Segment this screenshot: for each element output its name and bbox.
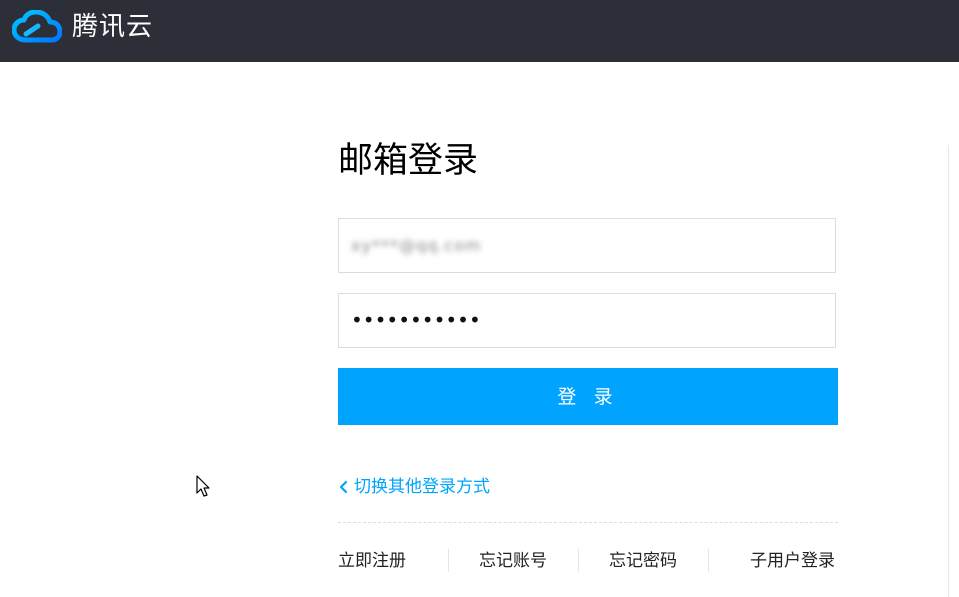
link-separator <box>448 549 449 572</box>
forgot-account-link[interactable]: 忘记账号 <box>479 548 547 574</box>
dashed-divider <box>338 522 838 523</box>
switch-login-method-link[interactable]: 切换其他登录方式 <box>338 474 490 500</box>
password-field[interactable]: ••••••••••• <box>338 293 836 348</box>
email-field[interactable]: xy***@qq.com <box>338 218 836 273</box>
top-navbar: 腾讯云 <box>0 0 959 62</box>
register-link[interactable]: 立即注册 <box>338 548 406 574</box>
page-title: 邮箱登录 <box>338 141 479 181</box>
cloud-logo-icon <box>12 10 62 43</box>
password-value: ••••••••••• <box>351 308 481 332</box>
footer-links: 立即注册 忘记账号 忘记密码 子用户登录 <box>338 548 838 574</box>
switch-login-method-label: 切换其他登录方式 <box>354 477 490 497</box>
chevron-left-icon <box>339 480 348 494</box>
brand-logo[interactable]: 腾讯云 <box>12 8 153 46</box>
brand-name: 腾讯云 <box>72 12 154 42</box>
link-separator <box>578 549 579 572</box>
forgot-password-link[interactable]: 忘记密码 <box>609 548 677 574</box>
link-separator <box>708 549 709 572</box>
sub-user-login-link[interactable]: 子用户登录 <box>750 548 835 574</box>
mouse-pointer-icon <box>196 475 210 497</box>
vertical-divider <box>948 145 949 597</box>
email-value: xy***@qq.com <box>351 236 482 255</box>
login-button[interactable]: 登 录 <box>338 368 838 425</box>
